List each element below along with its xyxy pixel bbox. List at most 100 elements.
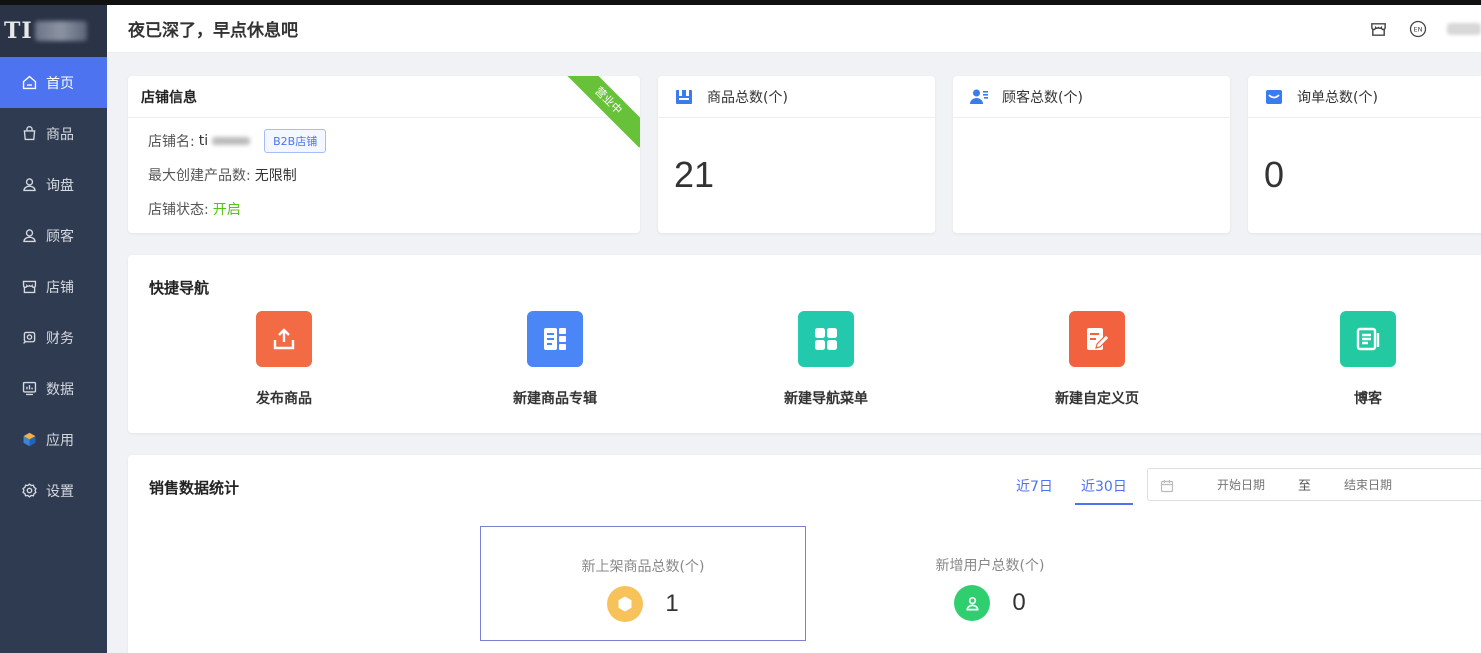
metric-value: 1 bbox=[665, 590, 679, 617]
logo-blurred bbox=[34, 21, 87, 41]
sidebar-item-products[interactable]: 商品 bbox=[0, 108, 107, 159]
language-icon[interactable]: EN bbox=[1407, 18, 1429, 40]
metric-value: 0 bbox=[1012, 589, 1026, 616]
calendar-icon bbox=[1160, 478, 1174, 492]
sidebar-item-settings[interactable]: 设置 bbox=[0, 465, 107, 516]
stat-card-inquiries[interactable]: 询单总数(个) 0 bbox=[1248, 76, 1481, 233]
inbox-icon bbox=[1265, 88, 1283, 106]
svg-text:EN: EN bbox=[1414, 26, 1423, 34]
home-icon bbox=[20, 74, 38, 92]
date-range-separator: 至 bbox=[1298, 479, 1312, 494]
finance-icon bbox=[20, 329, 38, 347]
shopping-bag-icon bbox=[20, 125, 38, 143]
sidebar-item-store[interactable]: 店铺 bbox=[0, 261, 107, 312]
sidebar-item-apps[interactable]: 应用 bbox=[0, 414, 107, 465]
quick-nav-label: 博客 bbox=[1354, 391, 1382, 407]
store-info-title: 店铺信息 bbox=[141, 89, 197, 106]
user-icon bbox=[20, 176, 38, 194]
metric-label: 新增用户总数(个) bbox=[935, 558, 1045, 574]
sidebar-item-data[interactable]: 数据 bbox=[0, 363, 107, 414]
top-header: 夜已深了，早点休息吧 EN bbox=[107, 5, 1481, 53]
sidebar-item-label: 顾客 bbox=[46, 228, 74, 245]
hexagon-icon bbox=[607, 586, 644, 622]
quick-nav-title: 快捷导航 bbox=[149, 279, 210, 297]
greeting-text: 夜已深了，早点休息吧 bbox=[128, 21, 298, 41]
blog-icon bbox=[1340, 311, 1396, 367]
monitor-chart-icon bbox=[20, 380, 38, 398]
header-actions: EN bbox=[1367, 5, 1481, 53]
stat-value: 21 bbox=[674, 154, 715, 195]
cube-icon bbox=[20, 431, 38, 449]
metric-new-products[interactable]: 新上架商品总数(个) 1 bbox=[480, 526, 806, 641]
metric-label: 新上架商品总数(个) bbox=[581, 559, 705, 575]
metric-new-users[interactable]: 新增用户总数(个) 0 bbox=[827, 526, 1153, 641]
sidebar-item-home[interactable]: 首页 bbox=[0, 57, 107, 108]
product-icon bbox=[675, 88, 693, 106]
range-tab-7d[interactable]: 近7日 bbox=[1016, 476, 1053, 496]
store-status-value: 开启 bbox=[212, 202, 241, 218]
edit-page-icon bbox=[1069, 311, 1125, 367]
quick-nav-card: 快捷导航 发布商品 新建商品专辑 新建导航菜单 新建自定义页 博客 bbox=[128, 255, 1481, 433]
metric-value-row: 1 bbox=[607, 586, 679, 622]
store-status-row: 店铺状态: 开启 bbox=[128, 192, 640, 226]
sidebar: TI 首页 商品 询盘 顾客 店铺 财务 数据 应用 设置 bbox=[0, 5, 107, 653]
album-icon bbox=[527, 311, 583, 367]
sidebar-item-label: 财务 bbox=[46, 330, 74, 347]
sidebar-item-label: 商品 bbox=[46, 126, 74, 143]
store-icon[interactable] bbox=[1367, 18, 1389, 40]
store-type-badge: B2B店铺 bbox=[264, 129, 327, 153]
quick-nav-label: 新建导航菜单 bbox=[784, 391, 868, 407]
quick-nav-publish-product[interactable]: 发布商品 bbox=[204, 311, 364, 408]
sidebar-item-customers[interactable]: 顾客 bbox=[0, 210, 107, 261]
sidebar-item-label: 询盘 bbox=[46, 177, 74, 194]
sidebar-item-label: 首页 bbox=[46, 75, 74, 92]
store-info-header: 店铺信息 bbox=[128, 76, 640, 118]
quick-nav-blog[interactable]: 博客 bbox=[1288, 311, 1448, 408]
customer-icon bbox=[970, 88, 988, 106]
stat-card-header: 询单总数(个) bbox=[1248, 76, 1481, 118]
store-icon bbox=[20, 278, 38, 296]
store-name-row: 店铺名: ti B2B店铺 bbox=[128, 124, 640, 158]
gear-icon bbox=[20, 482, 38, 500]
user-icon bbox=[20, 227, 38, 245]
sales-stats-card: 销售数据统计 近7日 近30日 至 新上架商品总数(个) 1 新增用户总数(个)… bbox=[128, 455, 1481, 653]
user-icon bbox=[954, 585, 991, 621]
stat-label: 顾客总数(个) bbox=[1002, 89, 1083, 106]
store-info-card: 店铺信息 营业中 店铺名: ti B2B店铺 最大创建产品数: 无限制 店铺状态… bbox=[128, 76, 640, 233]
quick-nav-new-menu[interactable]: 新建导航菜单 bbox=[746, 311, 906, 408]
start-date-input[interactable] bbox=[1196, 477, 1286, 492]
range-tab-30d[interactable]: 近30日 bbox=[1075, 476, 1133, 505]
quick-nav-label: 发布商品 bbox=[256, 391, 312, 407]
max-products-value: 无限制 bbox=[254, 168, 297, 184]
stat-card-customers[interactable]: 顾客总数(个) bbox=[953, 76, 1230, 233]
quick-nav-new-custom-page[interactable]: 新建自定义页 bbox=[1017, 311, 1177, 408]
max-products-row: 最大创建产品数: 无限制 bbox=[128, 158, 640, 192]
stat-card-products[interactable]: 商品总数(个) 21 bbox=[658, 76, 935, 233]
stat-card-header: 顾客总数(个) bbox=[953, 76, 1230, 118]
sidebar-item-label: 设置 bbox=[46, 483, 74, 500]
date-range-picker[interactable]: 至 bbox=[1147, 468, 1481, 501]
store-status-label: 店铺状态: bbox=[148, 202, 209, 218]
stat-label: 询单总数(个) bbox=[1297, 89, 1378, 106]
username-blurred[interactable] bbox=[1447, 23, 1481, 35]
store-name-blurred bbox=[212, 137, 251, 145]
upload-icon bbox=[256, 311, 312, 367]
quick-nav-new-album[interactable]: 新建商品专辑 bbox=[475, 311, 635, 408]
end-date-input[interactable] bbox=[1323, 477, 1414, 492]
sales-stats-title: 销售数据统计 bbox=[149, 479, 240, 497]
sidebar-item-finance[interactable]: 财务 bbox=[0, 312, 107, 363]
metric-value-row: 0 bbox=[954, 585, 1026, 621]
store-name-label: 店铺名: bbox=[148, 134, 195, 150]
quick-nav-label: 新建商品专辑 bbox=[513, 391, 597, 407]
grid-menu-icon bbox=[798, 311, 854, 367]
sidebar-item-inquiries[interactable]: 询盘 bbox=[0, 159, 107, 210]
logo[interactable]: TI bbox=[0, 5, 107, 57]
store-name-value: ti bbox=[198, 133, 209, 149]
sidebar-item-label: 店铺 bbox=[46, 279, 74, 296]
logo-text: TI bbox=[4, 18, 33, 44]
sidebar-item-label: 数据 bbox=[46, 381, 74, 398]
sidebar-item-label: 应用 bbox=[46, 432, 74, 449]
quick-nav-label: 新建自定义页 bbox=[1055, 391, 1139, 407]
stat-value: 0 bbox=[1264, 154, 1285, 195]
max-products-label: 最大创建产品数: bbox=[148, 168, 251, 184]
